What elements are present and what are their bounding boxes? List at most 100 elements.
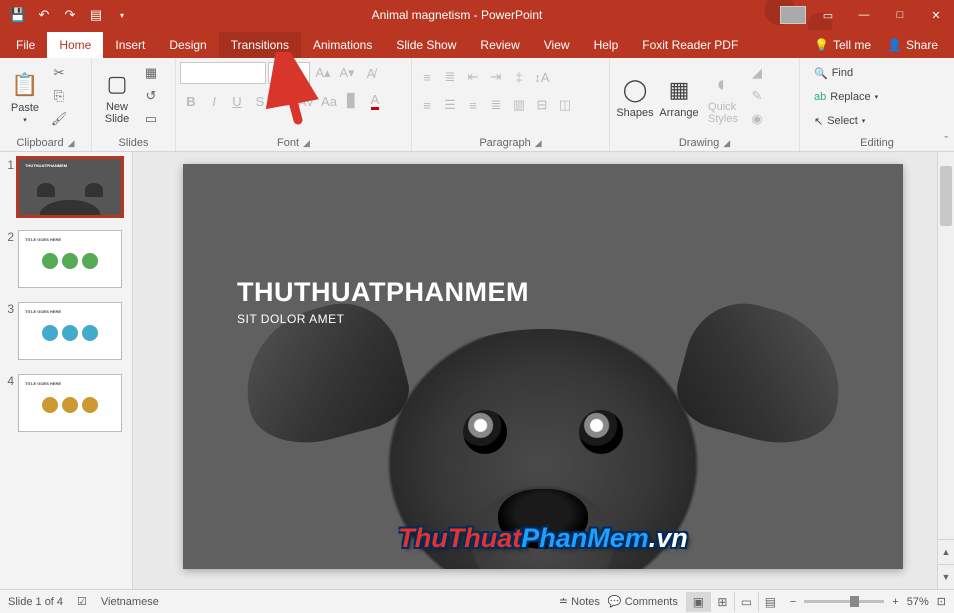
minimize-icon[interactable]: ―: [846, 0, 882, 30]
section-icon[interactable]: ▭: [140, 108, 162, 130]
align-left-icon[interactable]: ≡: [416, 94, 438, 116]
italic-icon[interactable]: I: [203, 90, 225, 112]
maximize-icon[interactable]: □: [882, 0, 918, 30]
text-direction-icon[interactable]: ↕A: [531, 66, 553, 88]
close-icon[interactable]: ✕: [918, 0, 954, 30]
bullets-icon[interactable]: ≡: [416, 66, 438, 88]
shadow-icon[interactable]: ab: [272, 90, 294, 112]
scrollbar-thumb[interactable]: [940, 166, 952, 226]
dialog-launcher-icon[interactable]: ◢: [723, 138, 730, 149]
align-right-icon[interactable]: ≡: [462, 94, 484, 116]
language-indicator[interactable]: Vietnamese: [101, 596, 159, 608]
spellcheck-icon[interactable]: ☑: [77, 595, 87, 608]
tab-help[interactable]: Help: [582, 32, 631, 58]
find-button[interactable]: 🔍Find: [808, 62, 884, 84]
arrange-button[interactable]: ▦Arrange: [658, 62, 700, 132]
tab-transitions[interactable]: Transitions: [219, 32, 301, 58]
slide[interactable]: THUTHUATPHANMEM SIT DOLOR AMET ThuThuatP…: [183, 164, 903, 569]
bold-icon[interactable]: B: [180, 90, 202, 112]
numbering-icon[interactable]: ≣: [439, 66, 461, 88]
shapes-button[interactable]: ◯Shapes: [614, 62, 656, 132]
slide-thumbnail-panel[interactable]: 1 THUTHUATPHANMEM 2 TITLE GOES HERE 3 TI…: [0, 152, 133, 589]
highlight-icon[interactable]: ▊: [341, 90, 363, 112]
reading-view-icon[interactable]: ▭: [734, 592, 758, 612]
slide-subtitle[interactable]: SIT DOLOR AMET: [237, 312, 344, 326]
zoom-level[interactable]: 57%: [907, 596, 929, 608]
ribbon-display-icon[interactable]: ▭: [810, 0, 846, 30]
reset-icon[interactable]: ↺: [140, 85, 162, 107]
zoom-out-button[interactable]: −: [790, 596, 796, 608]
columns-icon[interactable]: ▥: [508, 94, 530, 116]
copy-icon[interactable]: ⎘: [48, 85, 70, 107]
spacing-icon[interactable]: AV: [295, 90, 317, 112]
notes-button[interactable]: ≐ Notes: [559, 595, 600, 608]
select-button[interactable]: ↖Select▾: [808, 110, 884, 132]
indent-right-icon[interactable]: ⇥: [485, 66, 507, 88]
tab-home[interactable]: Home: [47, 32, 103, 58]
slide-title[interactable]: THUTHUATPHANMEM: [237, 277, 529, 308]
dialog-launcher-icon[interactable]: ◢: [535, 138, 542, 149]
font-color-icon[interactable]: A: [364, 90, 386, 112]
layout-icon[interactable]: ▦: [140, 62, 162, 84]
next-slide-icon[interactable]: ▼: [938, 564, 954, 589]
replace-button[interactable]: abReplace▾: [808, 86, 884, 108]
zoom-handle[interactable]: [850, 596, 859, 607]
align-center-icon[interactable]: ☰: [439, 94, 461, 116]
tab-review[interactable]: Review: [468, 32, 531, 58]
collapse-ribbon-icon[interactable]: ˇ: [944, 135, 948, 147]
tab-file[interactable]: File: [4, 32, 47, 58]
slide-thumbnail-2[interactable]: TITLE GOES HERE: [18, 230, 122, 288]
indent-left-icon[interactable]: ⇤: [462, 66, 484, 88]
justify-icon[interactable]: ≣: [485, 94, 507, 116]
quick-styles-button[interactable]: ◐Quick Styles: [702, 62, 744, 132]
tab-animations[interactable]: Animations: [301, 32, 384, 58]
tell-me[interactable]: 💡Tell me: [806, 32, 879, 58]
prev-slide-icon[interactable]: ▲: [938, 539, 954, 564]
zoom-slider[interactable]: [804, 600, 884, 603]
tab-slideshow[interactable]: Slide Show: [384, 32, 468, 58]
undo-icon[interactable]: ↶: [32, 3, 56, 27]
slide-canvas-area[interactable]: THUTHUATPHANMEM SIT DOLOR AMET ThuThuatP…: [133, 152, 954, 589]
smartart-icon[interactable]: ◫: [554, 94, 576, 116]
paste-button[interactable]: 📋 Paste▾: [4, 62, 46, 132]
shrink-font-icon[interactable]: A▾: [336, 62, 358, 84]
line-spacing-icon[interactable]: ‡: [508, 66, 530, 88]
font-name-input[interactable]: [180, 62, 266, 84]
clear-format-icon[interactable]: A̸: [360, 62, 382, 84]
new-slide-button[interactable]: ▢ New Slide: [96, 62, 138, 132]
underline-icon[interactable]: U: [226, 90, 248, 112]
shape-effects-icon[interactable]: ◉: [746, 108, 768, 130]
tab-view[interactable]: View: [532, 32, 582, 58]
slide-thumbnail-1[interactable]: THUTHUATPHANMEM: [18, 158, 122, 216]
normal-view-icon[interactable]: ▣: [686, 592, 710, 612]
redo-icon[interactable]: ↷: [58, 3, 82, 27]
start-from-beginning-icon[interactable]: ▤: [84, 3, 108, 27]
slide-thumbnail-4[interactable]: TITLE GOES HERE: [18, 374, 122, 432]
user-avatar[interactable]: [780, 6, 806, 24]
comments-button[interactable]: 💬 Comments: [608, 595, 678, 608]
tab-foxit[interactable]: Foxit Reader PDF: [630, 32, 750, 58]
sorter-view-icon[interactable]: ⊞: [710, 592, 734, 612]
share-button[interactable]: 👤Share: [879, 32, 946, 58]
dialog-launcher-icon[interactable]: ◢: [68, 138, 75, 149]
align-text-icon[interactable]: ⊟: [531, 94, 553, 116]
slideshow-view-icon[interactable]: ▤: [758, 592, 782, 612]
vertical-scrollbar[interactable]: ▲ ▼: [937, 152, 954, 589]
case-icon[interactable]: Aa: [318, 90, 340, 112]
tab-design[interactable]: Design: [157, 32, 218, 58]
cut-icon[interactable]: ✂: [48, 62, 70, 84]
tab-insert[interactable]: Insert: [103, 32, 157, 58]
slide-indicator[interactable]: Slide 1 of 4: [8, 596, 63, 608]
strike-icon[interactable]: S: [249, 90, 271, 112]
save-icon[interactable]: 💾: [6, 3, 30, 27]
font-size-input[interactable]: [268, 62, 310, 84]
shape-fill-icon[interactable]: ◢: [746, 62, 768, 84]
grow-font-icon[interactable]: A▴: [312, 62, 334, 84]
zoom-in-button[interactable]: +: [892, 596, 898, 608]
format-painter-icon[interactable]: 🖌: [48, 108, 70, 130]
qat-dropdown-icon[interactable]: ▾: [110, 3, 134, 27]
slide-thumbnail-3[interactable]: TITLE GOES HERE: [18, 302, 122, 360]
dialog-launcher-icon[interactable]: ◢: [303, 138, 310, 149]
shape-outline-icon[interactable]: ✎: [746, 85, 768, 107]
fit-to-window-icon[interactable]: ⊡: [937, 595, 946, 608]
